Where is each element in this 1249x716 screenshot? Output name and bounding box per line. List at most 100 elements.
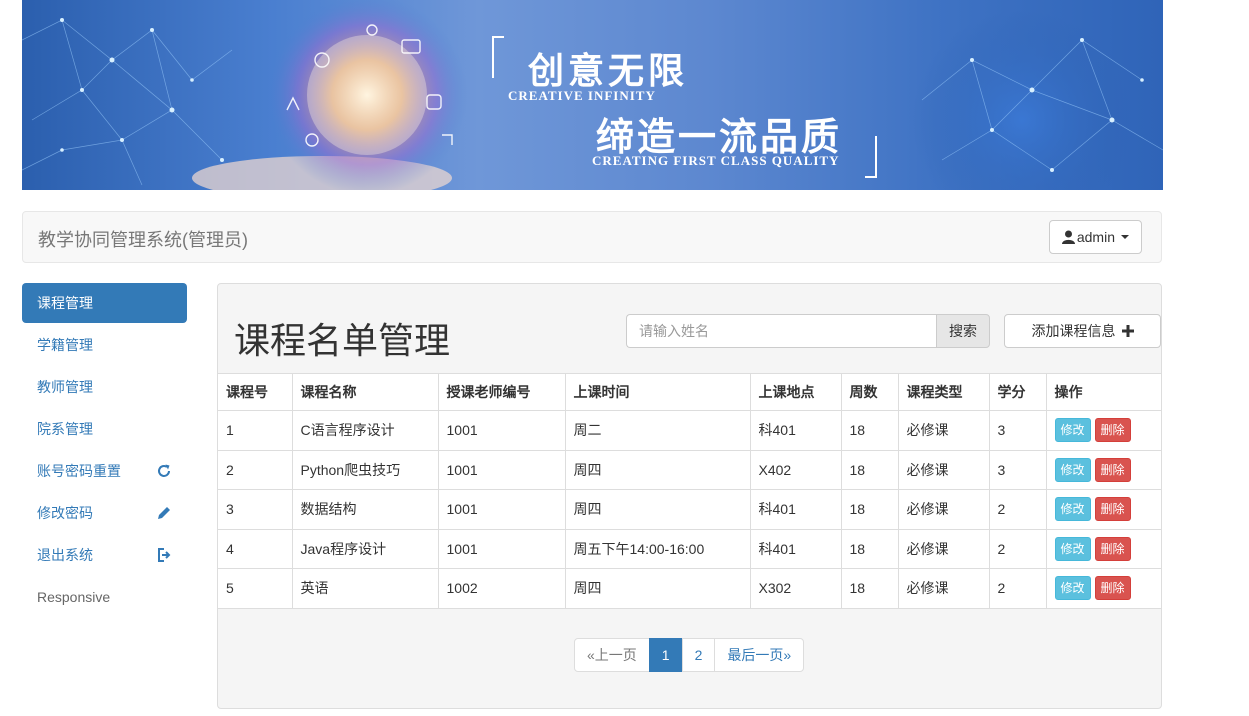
pagination-prev[interactable]: «上一页 xyxy=(574,638,650,672)
column-header: 课程名称 xyxy=(291,373,439,411)
column-header: 操作 xyxy=(1045,373,1161,411)
cell-course-type: 必修课 xyxy=(897,528,990,569)
delete-button[interactable]: 删除 xyxy=(1094,418,1131,443)
sidebar-item-logout[interactable]: 退出系统 xyxy=(22,535,187,575)
user-menu-button[interactable]: admin xyxy=(1048,220,1142,254)
cell-location: 科401 xyxy=(749,489,842,530)
sidebar-item-department-management[interactable]: 院系管理 xyxy=(22,409,187,449)
sidebar-item-teacher-management[interactable]: 教师管理 xyxy=(22,367,187,407)
sidebar-item-student-records[interactable]: 学籍管理 xyxy=(22,325,187,365)
caret-down-icon xyxy=(1121,235,1129,239)
user-icon xyxy=(1061,230,1075,244)
cell-course-type: 必修课 xyxy=(897,489,990,530)
column-header: 周数 xyxy=(840,373,899,411)
cell-class-time: 周二 xyxy=(564,410,751,451)
edit-button[interactable]: 修改 xyxy=(1054,576,1091,601)
cell-credits: 2 xyxy=(988,489,1047,530)
search-button[interactable]: 搜索 xyxy=(936,314,990,348)
cell-credits: 3 xyxy=(988,449,1047,490)
course-table: 课程号 课程名称 授课老师编号 上课时间 上课地点 周数 课程类型 学分 操作 … xyxy=(218,373,1161,609)
add-course-button[interactable]: 添加课程信息 xyxy=(1004,314,1161,348)
cell-location: 科401 xyxy=(749,528,842,569)
table-row: 5 英语 1002 周四 X302 18 必修课 2 修改 删除 xyxy=(218,568,1161,609)
sidebar-item-label: Responsive xyxy=(37,589,111,605)
cell-class-time: 周四 xyxy=(564,449,751,490)
pencil-icon xyxy=(158,507,170,519)
cell-teacher-id: 1002 xyxy=(437,568,566,609)
cell-course-id: 4 xyxy=(218,528,293,569)
cell-teacher-id: 1001 xyxy=(437,449,566,490)
cell-course-type: 必修课 xyxy=(897,568,990,609)
table-header-row: 课程号 课程名称 授课老师编号 上课时间 上课地点 周数 课程类型 学分 操作 xyxy=(218,373,1161,411)
cell-teacher-id: 1001 xyxy=(437,410,566,451)
cell-weeks: 18 xyxy=(840,489,899,530)
cell-location: 科401 xyxy=(749,410,842,451)
edit-button[interactable]: 修改 xyxy=(1054,418,1091,443)
edit-button[interactable]: 修改 xyxy=(1054,536,1091,561)
banner-subtitle: CREATIVE INFINITY xyxy=(508,88,656,103)
page-title: 课程名单管理 xyxy=(234,320,451,361)
bracket-right-decoration xyxy=(865,136,877,178)
delete-button[interactable]: 删除 xyxy=(1094,536,1131,561)
header-banner: 创意无限 CREATIVE INFINITY 缔造一流品质 CREATING F… xyxy=(22,0,1163,190)
cell-course-id: 2 xyxy=(218,449,293,490)
table-row: 2 Python爬虫技巧 1001 周四 X402 18 必修课 3 修改 删除 xyxy=(218,449,1161,490)
pagination-page-1[interactable]: 1 xyxy=(648,638,683,672)
cell-course-type: 必修课 xyxy=(897,410,990,451)
cell-weeks: 18 xyxy=(840,528,899,569)
sidebar-item-password-reset[interactable]: 账号密码重置 xyxy=(22,451,187,491)
cell-actions: 修改 删除 xyxy=(1045,410,1161,451)
cell-actions: 修改 删除 xyxy=(1045,489,1161,530)
plus-icon xyxy=(1121,325,1134,337)
column-header: 上课地点 xyxy=(749,373,842,411)
cell-credits: 2 xyxy=(988,528,1047,569)
search-input[interactable] xyxy=(626,314,936,348)
logout-icon xyxy=(158,548,171,562)
sidebar-item-label: 退出系统 xyxy=(37,547,93,563)
sidebar-item-label: 课程管理 xyxy=(37,295,93,311)
pagination-last[interactable]: 最后一页» xyxy=(714,638,805,672)
cell-course-id: 5 xyxy=(218,568,293,609)
edit-button[interactable]: 修改 xyxy=(1054,457,1091,482)
delete-button[interactable]: 删除 xyxy=(1094,457,1131,482)
sidebar-item-label: 学籍管理 xyxy=(37,337,93,353)
table-row: 4 Java程序设计 1001 周五下午14:00-16:00 科401 18 … xyxy=(218,528,1161,569)
cell-class-time: 周五下午14:00-16:00 xyxy=(564,528,751,569)
refresh-icon xyxy=(158,464,170,477)
cell-course-type: 必修课 xyxy=(897,449,990,490)
bracket-left-decoration xyxy=(492,36,504,78)
table-row: 1 C语言程序设计 1001 周二 科401 18 必修课 3 修改 删除 xyxy=(218,410,1161,451)
cell-class-time: 周四 xyxy=(564,568,751,609)
user-name: admin xyxy=(1076,229,1115,245)
cell-weeks: 18 xyxy=(840,568,899,609)
sidebar-item-responsive[interactable]: Responsive xyxy=(22,577,187,617)
cell-course-name: 数据结构 xyxy=(291,489,439,530)
sidebar: 课程管理 学籍管理 教师管理 院系管理 账号密码重置 修改密码 退出系统 Res… xyxy=(22,283,187,619)
main-panel: 课程名单管理 搜索 添加课程信息 课程号 课程名称 授课老师编号 上课时间 上课… xyxy=(217,283,1162,709)
cell-course-name: Python爬虫技巧 xyxy=(291,449,439,490)
cell-course-name: C语言程序设计 xyxy=(291,410,439,451)
cell-location: X302 xyxy=(749,568,842,609)
sidebar-item-change-password[interactable]: 修改密码 xyxy=(22,493,187,533)
cell-actions: 修改 删除 xyxy=(1045,449,1161,490)
cell-course-name: 英语 xyxy=(291,568,439,609)
cell-weeks: 18 xyxy=(840,449,899,490)
column-header: 课程号 xyxy=(218,373,293,411)
cell-course-id: 1 xyxy=(218,410,293,451)
top-navbar: 教学协同管理系统(管理员) admin xyxy=(22,211,1162,263)
delete-button[interactable]: 删除 xyxy=(1094,576,1131,601)
sidebar-item-label: 账号密码重置 xyxy=(37,463,121,479)
delete-button[interactable]: 删除 xyxy=(1094,497,1131,522)
pagination-page-2[interactable]: 2 xyxy=(681,638,716,672)
column-header: 授课老师编号 xyxy=(437,373,566,411)
cell-actions: 修改 删除 xyxy=(1045,528,1161,569)
cell-teacher-id: 1001 xyxy=(437,528,566,569)
search-group: 搜索 xyxy=(626,314,990,348)
edit-button[interactable]: 修改 xyxy=(1054,497,1091,522)
sidebar-item-label: 教师管理 xyxy=(37,379,93,395)
cell-course-name: Java程序设计 xyxy=(291,528,439,569)
sidebar-item-course-management[interactable]: 课程管理 xyxy=(22,283,187,323)
cell-location: X402 xyxy=(749,449,842,490)
navbar-brand[interactable]: 教学协同管理系统(管理员) xyxy=(38,226,248,252)
cell-actions: 修改 删除 xyxy=(1045,568,1161,609)
